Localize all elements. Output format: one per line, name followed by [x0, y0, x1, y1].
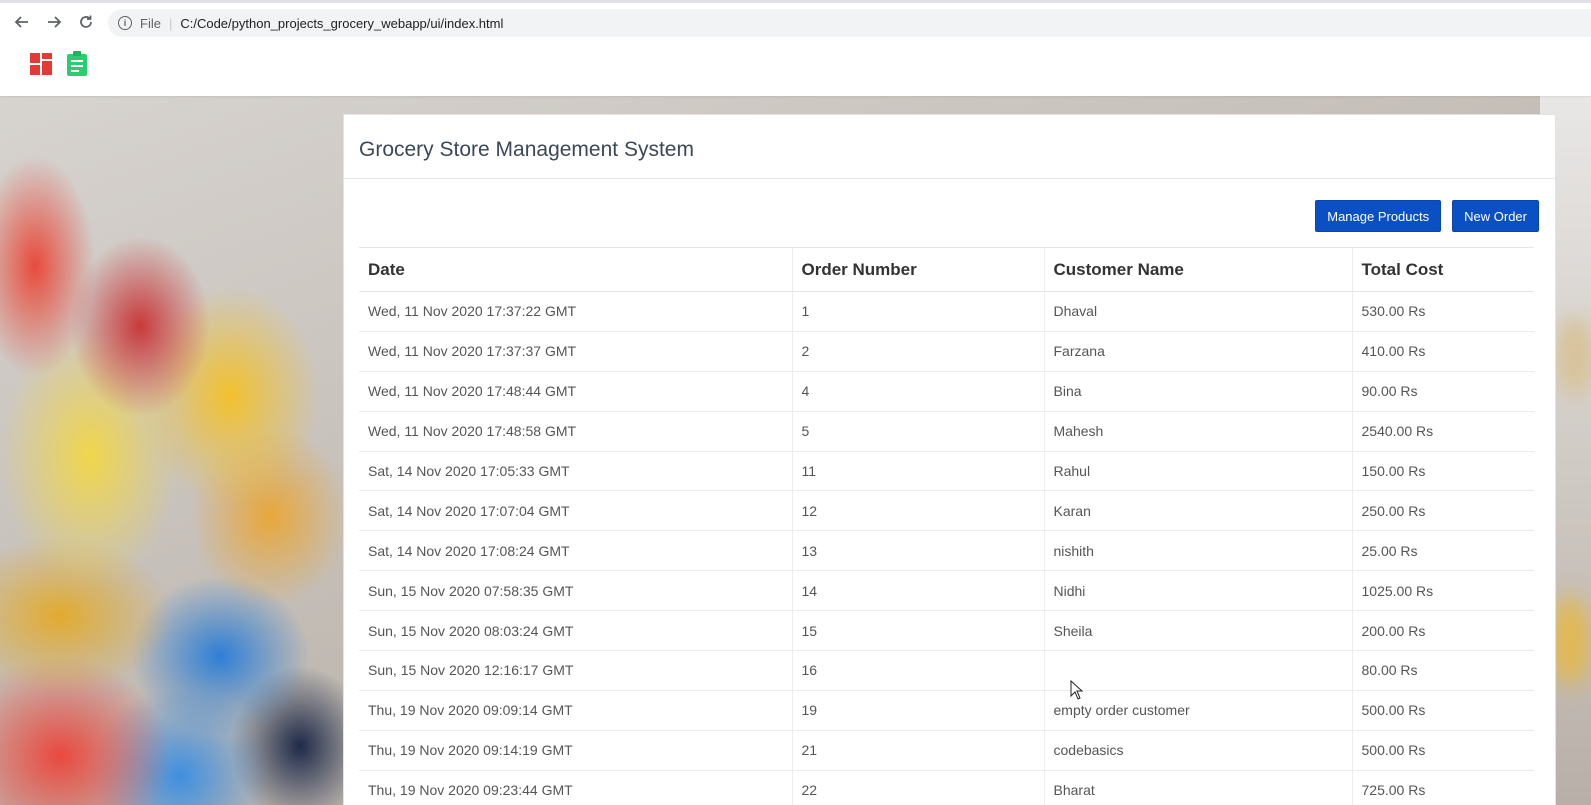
mouse-cursor-icon — [1070, 680, 1084, 700]
cell-total-cost: 500.00 Rs — [1351, 689, 1534, 731]
cell-order-number: 21 — [791, 729, 1044, 771]
cell-total-cost: 500.00 Rs — [1351, 729, 1534, 771]
table-header-row: Date Order Number Customer Name Total Co… — [359, 247, 1534, 292]
table-row[interactable]: Wed, 11 Nov 2020 17:48:44 GMT 4 Bina 90.00 … — [359, 370, 1534, 412]
table-row[interactable]: Wed, 11 Nov 2020 17:37:37 GMT 2 Farzana 410… — [359, 330, 1534, 372]
orders-table-body: Wed, 11 Nov 2020 17:37:22 GMT 1 Dhaval 530.… — [359, 291, 1534, 805]
cell-total-cost: 200.00 Rs — [1351, 610, 1534, 651]
cell-date: Sat, 14 Nov 2020 17:07:04 GMT — [359, 490, 792, 531]
cell-date: Sun, 15 Nov 2020 07:58:35 GMT — [359, 570, 792, 611]
cell-customer-name: Mahesh — [1043, 410, 1352, 452]
cell-customer-name: Bina — [1043, 370, 1352, 412]
cell-customer-name: empty order customer — [1043, 689, 1352, 731]
orders-table: Date Order Number Customer Name Total Co… — [359, 247, 1534, 805]
cell-date: Thu, 19 Nov 2020 09:14:19 GMT — [359, 729, 792, 771]
cell-total-cost: 25.00 Rs — [1351, 530, 1534, 571]
new-order-button[interactable]: New Order — [1452, 200, 1539, 232]
table-row[interactable]: Wed, 11 Nov 2020 17:37:22 GMT 1 Dhaval 530.… — [359, 291, 1534, 332]
table-row[interactable]: Sat, 14 Nov 2020 17:07:04 GMT 12 Karan 250.… — [359, 490, 1534, 531]
cell-customer-name: Farzana — [1043, 330, 1352, 372]
app-header — [0, 40, 1591, 96]
cell-order-number: 4 — [791, 370, 1044, 412]
cell-date: Wed, 11 Nov 2020 17:48:44 GMT — [359, 370, 792, 412]
cell-order-number: 11 — [791, 450, 1044, 491]
cell-date: Wed, 11 Nov 2020 17:37:37 GMT — [359, 330, 792, 372]
table-row[interactable]: Sun, 15 Nov 2020 12:16:17 GMT 16 80.00 Rs — [359, 650, 1534, 691]
cell-order-number: 12 — [791, 490, 1044, 531]
dashboard-icon[interactable] — [30, 53, 52, 75]
cell-order-number: 22 — [791, 769, 1044, 805]
cell-customer-name: Karan — [1043, 490, 1352, 531]
cell-total-cost: 1025.00 Rs — [1351, 570, 1534, 611]
url-separator: | — [168, 15, 173, 31]
cell-order-number: 1 — [791, 291, 1044, 332]
cell-customer-name: Rahul — [1043, 450, 1352, 491]
page-title: Grocery Store Management System — [344, 115, 1555, 179]
cell-total-cost: 410.00 Rs — [1351, 330, 1534, 372]
cell-order-number: 14 — [791, 570, 1044, 611]
cell-total-cost: 250.00 Rs — [1351, 490, 1534, 531]
column-header-total-cost[interactable]: Total Cost — [1351, 247, 1534, 292]
info-icon[interactable]: i — [118, 16, 132, 30]
table-row[interactable]: Sun, 15 Nov 2020 07:58:35 GMT 14 Nidhi 1025… — [359, 570, 1534, 611]
clipboard-icon[interactable] — [66, 51, 88, 77]
url-text[interactable]: C:/Code/python_projects_grocery_webapp/u… — [180, 16, 503, 31]
table-row[interactable]: Thu, 19 Nov 2020 09:09:14 GMT 19 empty ord… — [359, 689, 1534, 731]
cell-customer-name: codebasics — [1043, 729, 1352, 771]
cell-total-cost: 90.00 Rs — [1351, 370, 1534, 412]
cell-order-number: 13 — [791, 530, 1044, 571]
address-bar[interactable]: i File | C:/Code/python_projects_grocery… — [108, 9, 1591, 37]
cell-order-number: 5 — [791, 410, 1044, 452]
table-row[interactable]: Thu, 19 Nov 2020 09:23:44 GMT 22 Bharat 725… — [359, 769, 1534, 805]
table-row[interactable]: Sat, 14 Nov 2020 17:08:24 GMT 13 nishith 25… — [359, 530, 1534, 571]
cell-total-cost: 80.00 Rs — [1351, 650, 1534, 691]
manage-products-button[interactable]: Manage Products — [1315, 200, 1442, 232]
orders-panel: Grocery Store Management System Manage P… — [343, 114, 1556, 805]
cell-customer-name: nishith — [1043, 530, 1352, 571]
cell-customer-name: Nidhi — [1043, 570, 1352, 611]
cell-customer-name: Sheila — [1043, 610, 1352, 651]
cell-total-cost: 725.00 Rs — [1351, 769, 1534, 805]
cell-date: Sat, 14 Nov 2020 17:08:24 GMT — [359, 530, 792, 571]
table-row[interactable]: Sun, 15 Nov 2020 08:03:24 GMT 15 Sheila 200… — [359, 610, 1534, 651]
url-scheme: File — [140, 15, 161, 31]
cell-customer-name — [1043, 650, 1352, 691]
browser-toolbar: i File | C:/Code/python_projects_grocery… — [0, 0, 1591, 40]
cell-order-number: 19 — [791, 689, 1044, 731]
cell-customer-name: Bharat — [1043, 769, 1352, 805]
back-icon[interactable] — [6, 6, 38, 38]
cell-date: Sun, 15 Nov 2020 08:03:24 GMT — [359, 610, 792, 651]
action-buttons: Manage Products New Order — [1315, 200, 1539, 232]
cell-order-number: 2 — [791, 330, 1044, 372]
cell-total-cost: 150.00 Rs — [1351, 450, 1534, 491]
cell-total-cost: 2540.00 Rs — [1351, 410, 1534, 452]
table-row[interactable]: Thu, 19 Nov 2020 09:14:19 GMT 21 codebasic… — [359, 729, 1534, 771]
cell-date: Wed, 11 Nov 2020 17:37:22 GMT — [359, 291, 792, 332]
column-header-date[interactable]: Date — [359, 247, 792, 292]
cell-customer-name: Dhaval — [1043, 291, 1352, 332]
forward-icon[interactable] — [38, 6, 70, 38]
table-row[interactable]: Wed, 11 Nov 2020 17:48:58 GMT 5 Mahesh 2540… — [359, 410, 1534, 452]
table-row[interactable]: Sat, 14 Nov 2020 17:05:33 GMT 11 Rahul 150.… — [359, 450, 1534, 491]
cell-date: Sat, 14 Nov 2020 17:05:33 GMT — [359, 450, 792, 491]
cell-date: Thu, 19 Nov 2020 09:23:44 GMT — [359, 769, 792, 805]
column-header-customer-name[interactable]: Customer Name — [1043, 247, 1352, 292]
cell-date: Thu, 19 Nov 2020 09:09:14 GMT — [359, 689, 792, 731]
cell-total-cost: 530.00 Rs — [1351, 291, 1534, 332]
cell-order-number: 16 — [791, 650, 1044, 691]
cell-order-number: 15 — [791, 610, 1044, 651]
cell-date: Wed, 11 Nov 2020 17:48:58 GMT — [359, 410, 792, 452]
column-header-order-number[interactable]: Order Number — [791, 247, 1044, 292]
cell-date: Sun, 15 Nov 2020 12:16:17 GMT — [359, 650, 792, 691]
reload-icon[interactable] — [70, 6, 102, 38]
